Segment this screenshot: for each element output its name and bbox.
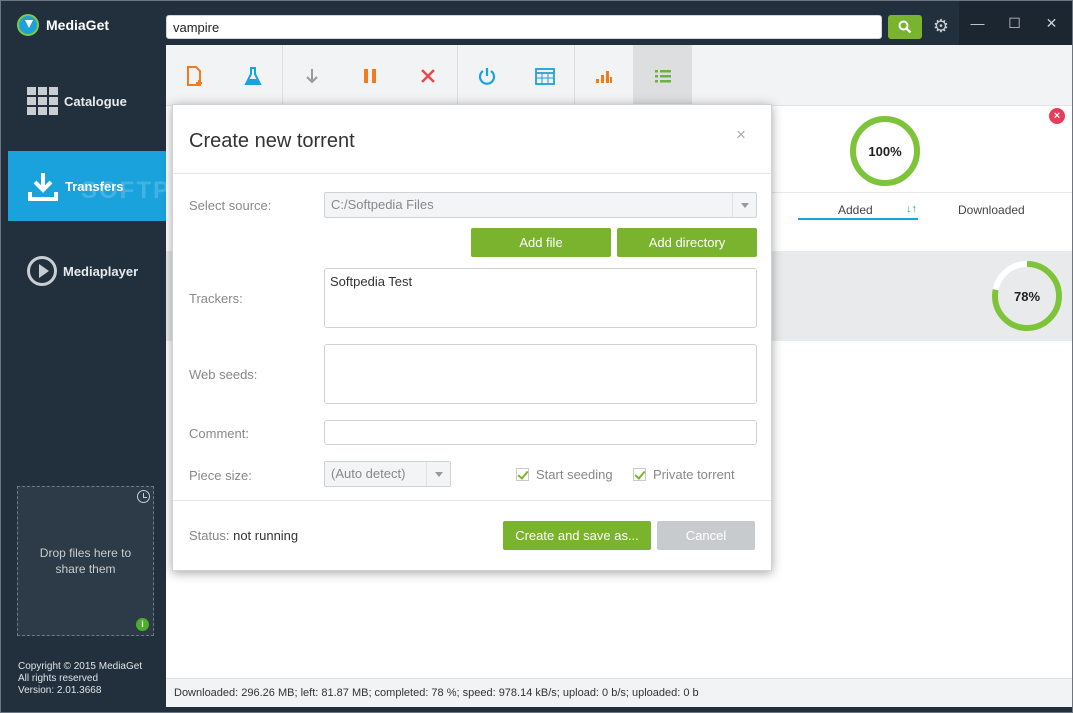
scheduler-button[interactable] xyxy=(516,45,574,106)
download-icon xyxy=(28,173,58,201)
window-controls: — ☐ ✕ xyxy=(959,1,1072,45)
app-logo: MediaGet xyxy=(17,14,109,36)
dialog-divider xyxy=(173,173,771,174)
download-button[interactable] xyxy=(283,45,341,106)
toolbar xyxy=(166,45,1072,106)
dialog-status: Status: not running xyxy=(189,528,298,543)
private-torrent-checkbox[interactable]: Private torrent xyxy=(633,467,735,482)
chevron-down-icon[interactable] xyxy=(732,193,756,217)
grid-icon xyxy=(27,87,58,115)
list-icon xyxy=(655,69,671,82)
comment-input[interactable] xyxy=(324,420,757,445)
dialog-close-icon[interactable]: × xyxy=(736,125,746,145)
arrow-down-icon xyxy=(306,68,318,83)
progress-label: 78% xyxy=(1013,288,1041,304)
sidebar-item-label: Catalogue xyxy=(64,93,127,109)
create-and-save-button[interactable]: Create and save as... xyxy=(503,521,651,550)
status-value: not running xyxy=(233,528,299,543)
piece-size-value: (Auto detect) xyxy=(331,466,406,481)
dialog-title: Create new torrent xyxy=(189,130,355,152)
progress-ring: 78% xyxy=(991,260,1063,332)
dialog-divider xyxy=(173,500,771,501)
start-seeding-checkbox[interactable]: Start seeding xyxy=(516,467,613,482)
minimize-button[interactable]: — xyxy=(959,1,996,45)
select-source-label: Select source: xyxy=(189,198,272,213)
status-bar: Downloaded: 296.26 MB; left: 81.87 MB; c… xyxy=(166,678,1072,707)
active-tab-indicator xyxy=(798,218,918,220)
piece-size-label: Piece size: xyxy=(189,468,252,483)
app-name: MediaGet xyxy=(46,17,110,33)
checkmark-icon xyxy=(633,468,646,481)
close-window-button[interactable]: ✕ xyxy=(1033,1,1070,45)
checkmark-icon xyxy=(516,468,529,481)
mediaget-logo-icon xyxy=(17,14,39,36)
cancel-button[interactable]: Cancel xyxy=(657,521,755,550)
status-label: Status: xyxy=(189,528,230,543)
progress-label: 100% xyxy=(868,143,902,159)
web-seeds-label: Web seeds: xyxy=(189,367,258,382)
sidebar: Catalogue Transfers Mediaplayer Drop fil… xyxy=(1,45,166,707)
comment-label: Comment: xyxy=(189,426,249,441)
trackers-label: Trackers: xyxy=(189,291,243,306)
app-window: MediaGet ⚙ — ☐ ✕ Catalogue xyxy=(0,0,1073,713)
statistics-button[interactable] xyxy=(575,45,633,106)
flask-icon xyxy=(244,66,262,85)
remove-button[interactable] xyxy=(399,45,457,106)
private-torrent-label: Private torrent xyxy=(653,467,735,482)
tab-added[interactable]: Added xyxy=(838,203,873,217)
bar-chart-icon xyxy=(596,70,612,83)
copyright-line: All rights reserved xyxy=(18,673,99,684)
info-icon[interactable]: i xyxy=(136,618,149,631)
trackers-textarea[interactable]: Softpedia Test xyxy=(324,268,757,328)
settings-gear-icon[interactable]: ⚙ xyxy=(932,17,950,35)
drop-zone-text: Drop files here to share them xyxy=(39,546,132,576)
sidebar-item-mediaplayer[interactable]: Mediaplayer xyxy=(8,236,166,306)
add-directory-button[interactable]: Add directory xyxy=(617,228,757,257)
play-icon xyxy=(27,256,57,286)
drop-zone[interactable]: Drop files here to share them i xyxy=(17,486,154,636)
version-line: Version: 2.01.3668 xyxy=(18,685,102,696)
transfers-tabs: Added ↓↑ Downloaded xyxy=(772,192,1072,222)
pause-icon xyxy=(364,68,376,83)
create-torrent-dialog: Create new torrent × Select source: C:/S… xyxy=(172,104,772,571)
piece-size-select[interactable]: (Auto detect) xyxy=(324,461,451,487)
new-torrent-icon xyxy=(187,65,202,86)
pause-button[interactable] xyxy=(341,45,399,106)
title-bar: MediaGet ⚙ — ☐ ✕ xyxy=(1,1,1072,45)
tab-downloaded[interactable]: Downloaded xyxy=(958,203,1025,217)
cross-icon xyxy=(421,68,435,83)
search-input[interactable] xyxy=(166,15,882,39)
sidebar-item-catalogue[interactable]: Catalogue xyxy=(8,66,166,136)
source-value: C:/Softpedia Files xyxy=(331,197,434,212)
shutdown-button[interactable] xyxy=(458,45,516,106)
copyright: Copyright © 2015 MediaGet All rights res… xyxy=(18,661,142,697)
maximize-button[interactable]: ☐ xyxy=(996,1,1033,45)
close-panel-icon[interactable]: × xyxy=(1049,108,1065,124)
sidebar-item-label: Mediaplayer xyxy=(63,263,139,279)
power-icon xyxy=(478,67,496,85)
add-file-button[interactable]: Add file xyxy=(471,228,611,257)
progress-ring: 100% xyxy=(849,115,921,187)
copyright-line: Copyright © 2015 MediaGet xyxy=(18,661,143,672)
search-icon xyxy=(898,20,912,34)
calendar-icon xyxy=(535,67,555,85)
list-view-button[interactable] xyxy=(634,45,692,106)
new-torrent-button[interactable] xyxy=(166,45,224,106)
test-button[interactable] xyxy=(224,45,282,106)
source-select[interactable]: C:/Softpedia Files xyxy=(324,192,757,218)
start-seeding-label: Start seeding xyxy=(536,467,613,482)
web-seeds-textarea[interactable] xyxy=(324,344,757,404)
search-button[interactable] xyxy=(888,15,922,39)
sort-icon[interactable]: ↓↑ xyxy=(906,203,917,215)
clock-icon[interactable] xyxy=(137,490,150,503)
chevron-down-icon[interactable] xyxy=(426,462,450,486)
